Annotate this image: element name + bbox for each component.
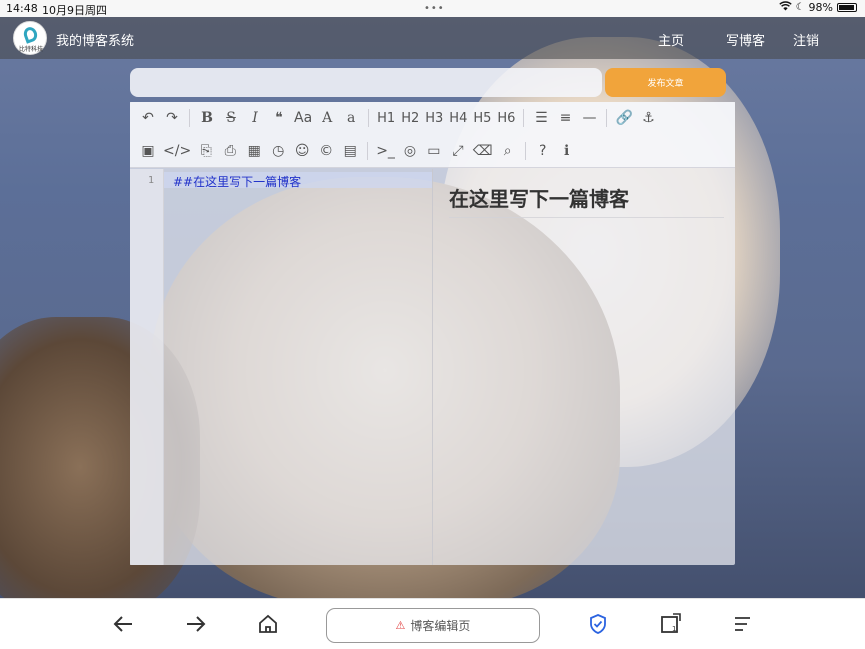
page: 比特科技 我的博客系统 主页 写博客 注销 发布文章 ↶ ↷ B S I ❝ Aa Aa H1 H… [0,17,865,598]
uppercase-first-icon[interactable]: A [315,106,339,130]
emoji-icon[interactable]: ☺ [290,139,314,163]
line-number: 1 [147,175,154,186]
status-time: 14:48 [6,2,38,15]
heading-underline [449,217,724,218]
moon-icon: ☾ [795,2,805,13]
inline-code-icon[interactable]: </> [160,139,194,163]
markdown-editor: ↶ ↷ B S I ❝ Aa Aa H1 H2 H3 H4 H5 H6 ☰ ≡ — 🔗 ⚓ ▣ </> ⎘ ⎙ ▦ ◷ ☺ © ▤ >… [130,102,735,565]
toolbar-separator [368,109,370,127]
code-line-text: ##在这里写下一篇博客 [173,175,302,189]
clear-icon[interactable]: ⌫ [470,139,496,163]
forward-arrow-icon[interactable] [183,611,209,637]
toolbar-row-2: ▣ </> ⎘ ⎙ ▦ ◷ ☺ © ▤ >_ ◎ ▭ ⤢ ⌫ ⌕? ℹ [136,137,579,165]
toggle-preview-icon[interactable]: ◎ [398,139,422,163]
warning-icon: ⚠ [395,619,406,632]
unordered-list-icon[interactable]: ☰ [529,106,553,130]
h6-button[interactable]: H6 [494,106,518,130]
datetime-icon[interactable]: ◷ [266,139,290,163]
nav-home-link[interactable]: 主页 [658,30,684,49]
editor-toolbar: ↶ ↷ B S I ❝ Aa Aa H1 H2 H3 H4 H5 H6 ☰ ≡ — 🔗 ⚓ ▣ </> ⎘ ⎙ ▦ ◷ ☺ © ▤ >… [130,102,735,168]
lowercase-icon[interactable]: a [339,106,363,130]
h2-button[interactable]: H2 [398,106,422,130]
tabs-icon[interactable]: 1 [657,611,683,637]
status-bar: 14:48 10月9日周四 ••• ☾ 98% [0,0,865,17]
ordered-list-icon[interactable]: ≡ [553,106,577,130]
info-icon[interactable]: ℹ [555,139,579,163]
search-icon[interactable]: ⌕ [496,139,520,163]
site-title: 我的博客系统 [56,34,135,49]
uppercase-icon[interactable]: Aa [291,106,315,130]
battery-icon [837,3,857,12]
pagebreak-icon[interactable]: ▤ [338,139,362,163]
logo-text: 比特科技 [18,46,43,53]
anchor-icon[interactable]: ⚓ [636,106,660,130]
help-icon[interactable]: ? [531,139,555,163]
publish-button[interactable]: 发布文章 [605,68,726,97]
site-logo[interactable]: 比特科技 [13,21,47,55]
toolbar-separator [524,142,526,160]
strikethrough-icon[interactable]: S [219,106,243,130]
preformatted-text-icon[interactable]: ⎙ [218,139,242,163]
menu-icon[interactable] [729,611,755,637]
browser-bottom-bar: ⚠ 博客编辑页 1 [0,598,865,649]
address-bar[interactable]: ⚠ 博客编辑页 [326,608,540,643]
back-arrow-icon[interactable] [110,611,136,637]
markdown-preview: 在这里写下一篇博客 [433,169,735,565]
nav-write-blog-link[interactable]: 写博客 [726,30,765,49]
wifi-icon [778,1,792,14]
fullscreen-icon[interactable]: ⤢ [446,139,470,163]
multitasking-handle[interactable]: ••• [424,3,445,14]
quote-icon[interactable]: ❝ [267,106,291,130]
table-icon[interactable]: ▦ [242,139,266,163]
goto-line-icon[interactable]: >_ [373,139,398,163]
watch-icon[interactable]: ▭ [422,139,446,163]
address-bar-title: 博客编辑页 [410,619,471,633]
undo-icon[interactable]: ↶ [136,106,160,130]
italic-icon[interactable]: I [243,106,267,130]
shield-icon[interactable] [585,611,611,637]
leaf-logo-icon [21,25,40,44]
toolbar-separator [523,109,525,127]
bold-icon[interactable]: B [195,106,219,130]
status-indicators: ☾ 98% [778,1,857,14]
status-date: 10月9日周四 [42,4,107,17]
nav-logout-link[interactable]: 注销 [793,30,819,49]
h4-button[interactable]: H4 [446,106,470,130]
toolbar-separator [606,109,608,127]
navbar: 比特科技 我的博客系统 主页 写博客 注销 [0,17,865,59]
markdown-input-area[interactable]: ##在这里写下一篇博客 [164,169,432,565]
line-number-gutter: 1 [130,169,164,565]
toolbar-separator [189,109,190,127]
image-icon[interactable]: ▣ [136,139,160,163]
svg-text:1: 1 [672,625,676,633]
active-code-line[interactable]: ##在这里写下一篇博客 [164,172,432,189]
redo-icon[interactable]: ↷ [160,106,184,130]
battery-percent: 98% [808,1,833,14]
horizontal-rule-icon[interactable]: — [577,106,601,130]
h3-button[interactable]: H3 [422,106,446,130]
preview-heading: 在这里写下一篇博客 [449,187,629,211]
toolbar-separator [367,142,369,160]
blog-title-input[interactable] [130,68,602,97]
h1-button[interactable]: H1 [374,106,398,130]
link-icon[interactable]: 🔗 [612,106,636,130]
code-block-icon[interactable]: ⎘ [194,139,218,163]
home-icon[interactable] [255,611,281,637]
toolbar-row-1: ↶ ↷ B S I ❝ Aa Aa H1 H2 H3 H4 H5 H6 ☰ ≡ — 🔗 ⚓ [136,104,660,132]
html-entities-icon[interactable]: © [314,139,338,163]
h5-button[interactable]: H5 [470,106,494,130]
